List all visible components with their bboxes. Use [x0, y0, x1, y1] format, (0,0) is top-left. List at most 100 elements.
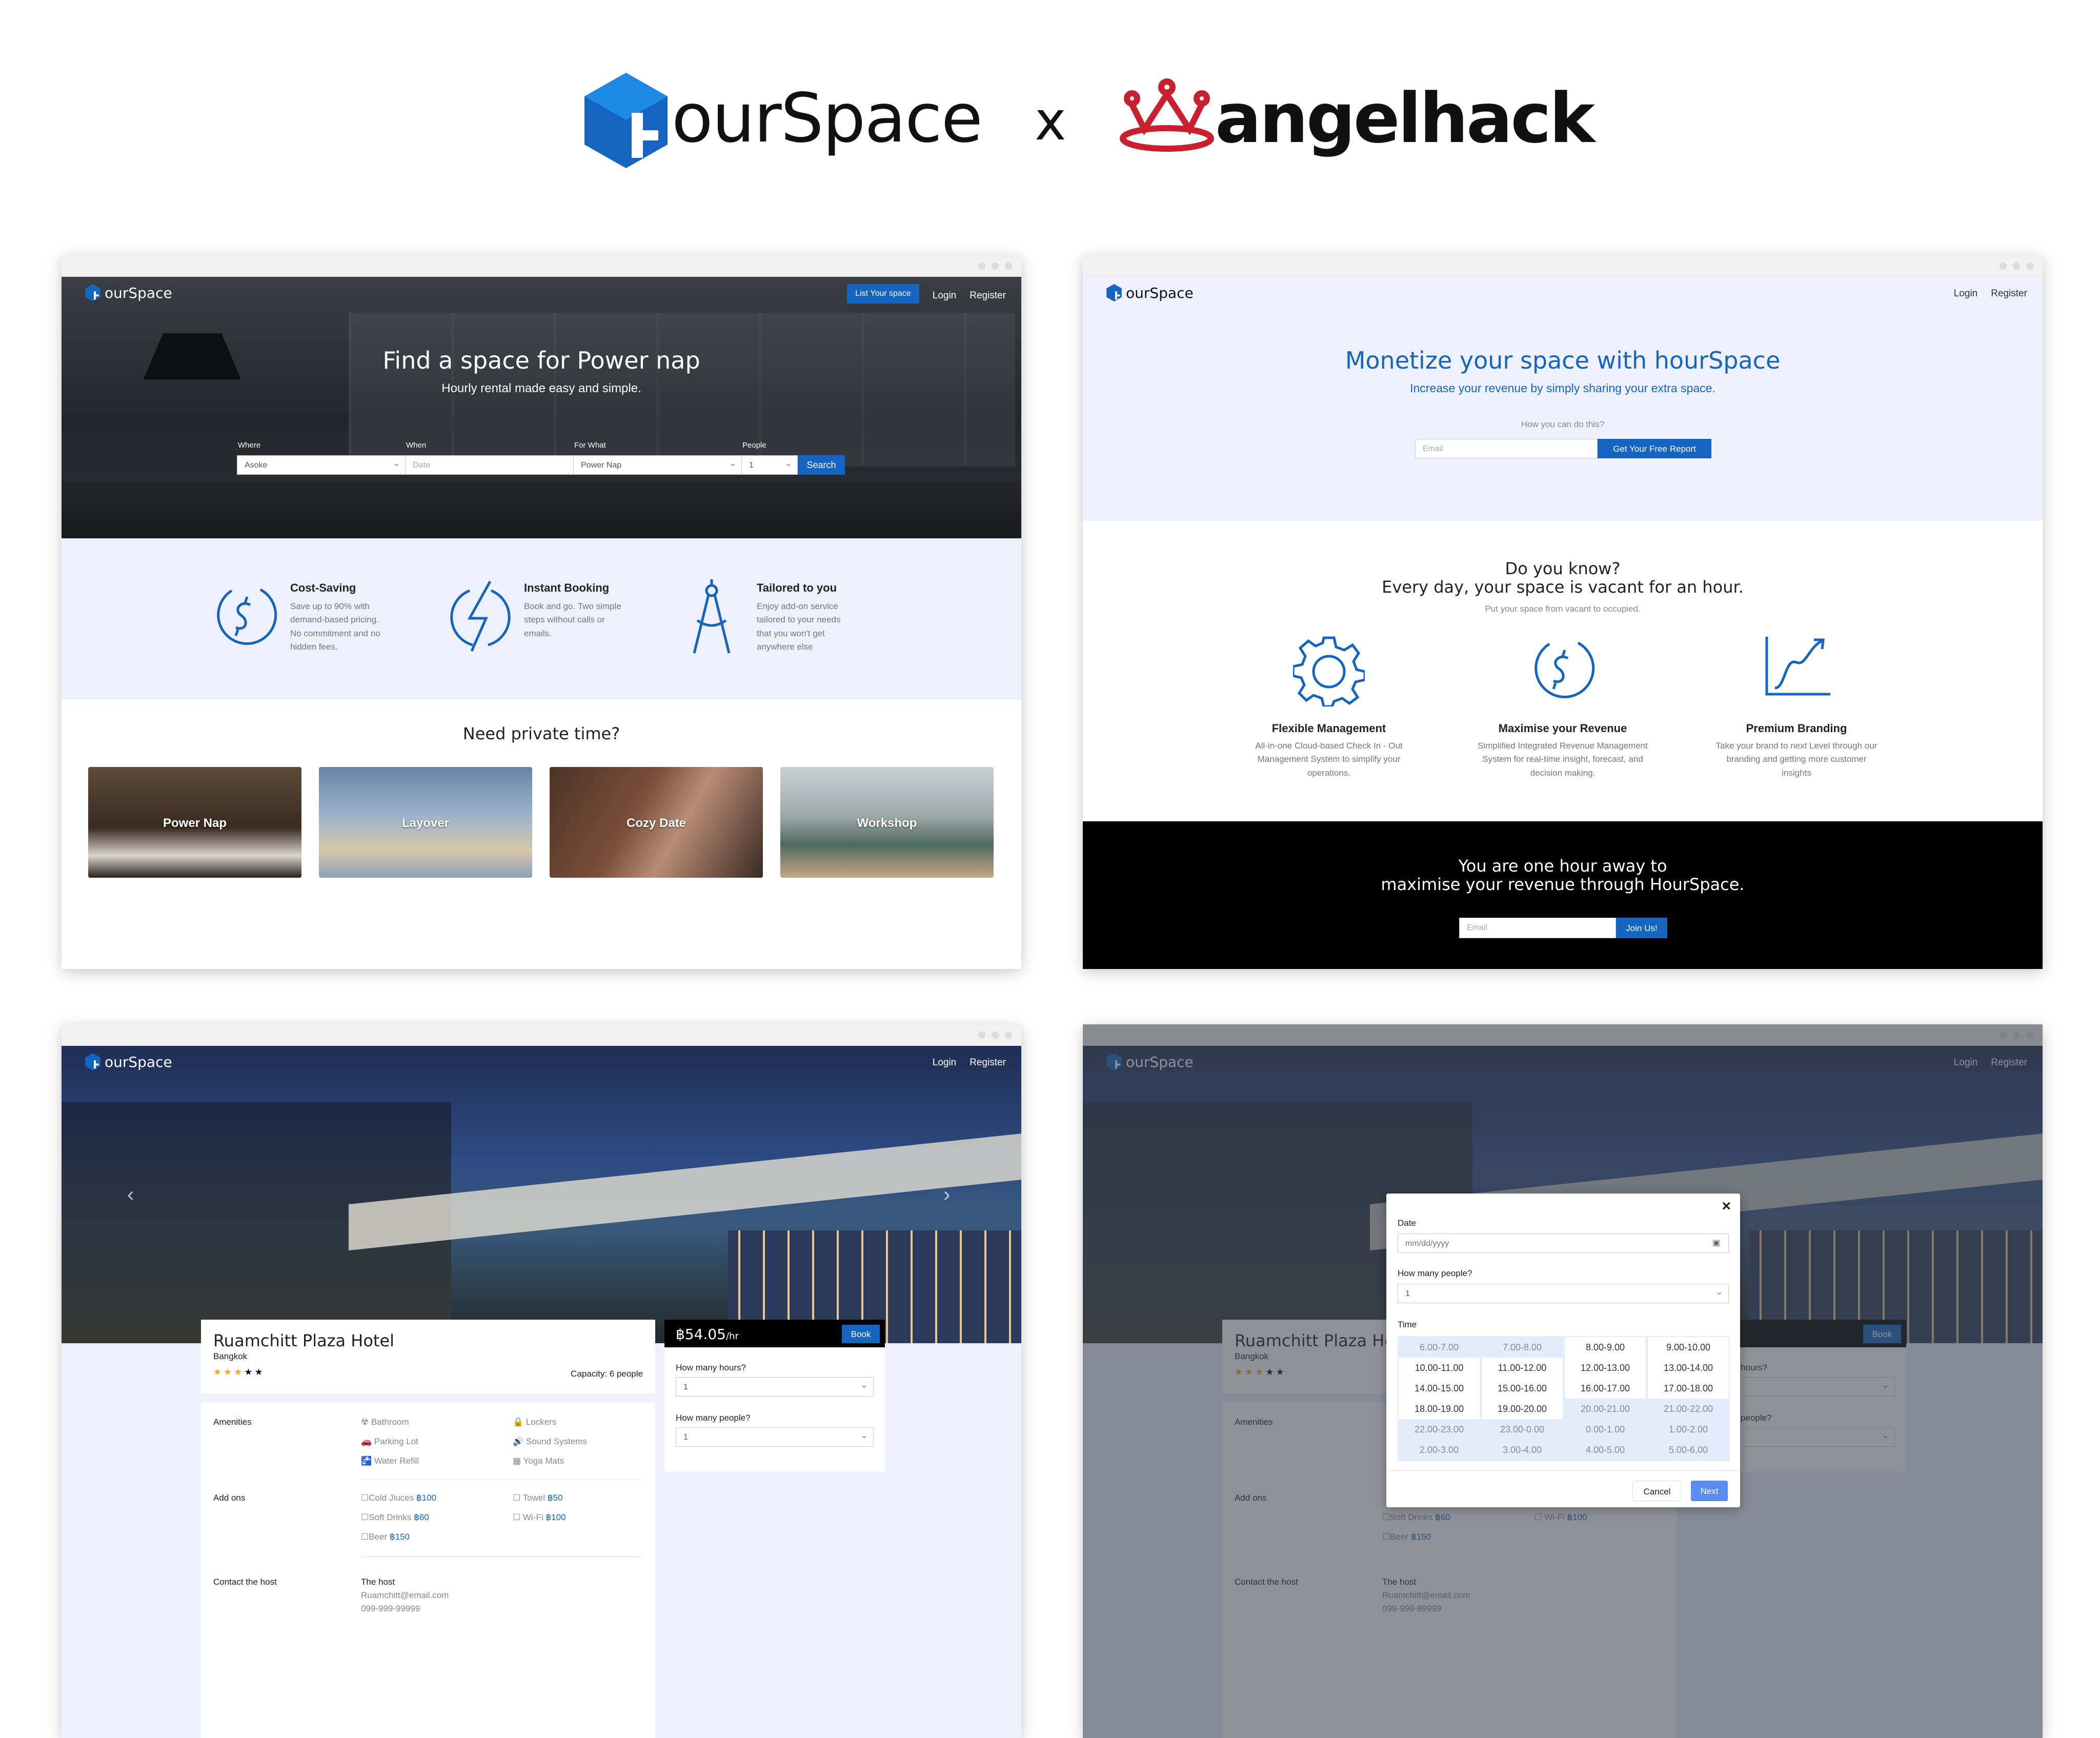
login-link[interactable]: Login	[933, 1057, 957, 1068]
know-subtitle: Every day, your space is vacant for an h…	[1382, 577, 1744, 597]
join-us-button[interactable]: Join Us!	[1616, 918, 1667, 938]
book-button[interactable]: Book	[842, 1325, 880, 1343]
benefit-title: Maximise your Revenue	[1498, 722, 1627, 735]
time-slot[interactable]: 9.00-10.00	[1648, 1337, 1729, 1358]
feature-text: Save up to 90% with demand-based pricing.…	[290, 601, 380, 652]
where-select[interactable]: Asoke	[237, 455, 406, 475]
category-card-power-nap[interactable]: Power Nap	[88, 767, 301, 878]
for-what-label: For What	[574, 441, 606, 450]
addon-beer[interactable]: ☐Beer ฿150	[361, 1532, 410, 1542]
time-slot[interactable]: 18.00-19.00	[1399, 1399, 1480, 1419]
category-card-layover[interactable]: Layover	[319, 767, 532, 878]
date-input[interactable]: mm/dd/yyyy	[1398, 1234, 1729, 1253]
addons-label: Add ons	[213, 1493, 246, 1503]
people-select[interactable]: 1	[1398, 1284, 1729, 1303]
nav-logo[interactable]: ourSpace	[85, 1053, 172, 1070]
benefit-title: Flexible Management	[1271, 722, 1386, 735]
compass-icon	[693, 579, 731, 654]
time-slot: 4.00-5.00	[1565, 1440, 1646, 1460]
next-button[interactable]: Next	[1691, 1481, 1728, 1501]
carousel-next-icon[interactable]: ›	[943, 1183, 950, 1206]
time-slot[interactable]: 16.00-17.00	[1565, 1378, 1646, 1399]
when-label: When	[406, 441, 427, 450]
lightning-icon	[450, 580, 511, 652]
nav-logo[interactable]: ourSpace	[1106, 284, 1194, 301]
feature-title: Tailored to you	[757, 581, 837, 594]
time-slot: 6.00-7.00	[1399, 1337, 1480, 1358]
time-slot[interactable]: 17.00-18.00	[1648, 1378, 1729, 1399]
when-date-input[interactable]: Date	[405, 455, 574, 475]
time-slot[interactable]: 8.00-9.00	[1565, 1337, 1646, 1358]
category-card-cozy-date[interactable]: Cozy Date	[550, 767, 763, 878]
for-what-select[interactable]: Power Nap	[573, 455, 742, 475]
calendar-icon[interactable]: ▣	[1712, 1238, 1720, 1248]
ourspace-wordmark: ourSpace	[672, 79, 983, 158]
addon-wifi[interactable]: ☐ Wi-Fi ฿100	[513, 1512, 566, 1523]
navbar: ourSpace Login Register	[1083, 277, 2043, 313]
nav-logo-text: ourSpace	[105, 1053, 172, 1070]
hero-floor	[62, 482, 1021, 538]
time-slot[interactable]: 13.00-14.00	[1648, 1358, 1729, 1378]
time-slot[interactable]: 10.00-11.00	[1399, 1358, 1480, 1378]
login-link[interactable]: Login	[1954, 288, 1978, 299]
booking-modal-window: ourSpace Login Register Ruamchitt Plaza …	[1083, 1024, 2043, 1738]
host-hero-title: Monetize your space with hourSpace	[1345, 347, 1781, 374]
time-slot[interactable]: 11.00-12.00	[1482, 1358, 1563, 1378]
home-hero	[62, 277, 1021, 538]
addon-towel[interactable]: ☐ Towel ฿50	[513, 1493, 563, 1503]
growth-chart-icon	[1765, 637, 1830, 696]
hotel-photo	[62, 1046, 1021, 1343]
navbar: ourSpace List Your space Login Register	[62, 277, 1021, 313]
time-slot[interactable]: 15.00-16.00	[1482, 1378, 1563, 1399]
time-slot[interactable]: 14.00-15.00	[1399, 1378, 1480, 1399]
people-select[interactable]: 1	[741, 455, 798, 475]
carousel-prev-icon[interactable]: ‹	[127, 1183, 134, 1206]
time-slot: 1.00-2.00	[1648, 1419, 1729, 1440]
time-slot: 22.00-23.00	[1399, 1419, 1480, 1440]
hours-select[interactable]: 1	[676, 1377, 874, 1397]
know-caption: Put your space from vacant to occupied.	[1485, 604, 1641, 614]
time-slot[interactable]: 19.00-20.00	[1482, 1399, 1563, 1419]
amenity-water-refill: 🚰 Water Refill	[361, 1456, 419, 1466]
addon-soft-drinks[interactable]: ☐Soft Drinks ฿60	[361, 1512, 429, 1523]
dollar-circle-icon	[217, 588, 277, 645]
listing-page-window: ‹ › ourSpace Login Register Ruamchitt Pl…	[62, 1024, 1021, 1738]
register-link[interactable]: Register	[970, 290, 1006, 301]
cta-email-input[interactable]: Email	[1459, 918, 1616, 938]
features-band: Cost-Saving Save up to 90% with demand-ba…	[62, 538, 1021, 699]
price: ฿54.05/hr	[676, 1326, 739, 1343]
page-header: ourSpace x angelhack	[0, 0, 2100, 241]
date-label: Date	[1398, 1218, 1416, 1228]
login-link[interactable]: Login	[933, 290, 957, 301]
booking-modal: × Date mm/dd/yyyy ▣ How many people? 1 T…	[1386, 1194, 1740, 1507]
ourspace-logo-icon	[584, 73, 668, 168]
time-slot[interactable]: 12.00-13.00	[1565, 1358, 1646, 1378]
close-icon[interactable]: ×	[1722, 1198, 1731, 1215]
host-page-window: ourSpace Login Register Monetize your sp…	[1083, 255, 2043, 969]
hotel-name: Ruamchitt Plaza Hotel	[213, 1331, 395, 1350]
nav-logo[interactable]: ourSpace	[85, 284, 172, 301]
people-select[interactable]: 1	[676, 1427, 874, 1447]
host-email[interactable]: Ruamchitt@email.com	[361, 1590, 449, 1601]
search-button[interactable]: Search	[798, 455, 845, 475]
hours-label: How many hours?	[676, 1363, 746, 1372]
hero-title: Find a space for Power nap	[382, 347, 700, 374]
register-link[interactable]: Register	[970, 1057, 1006, 1068]
cta-band	[1083, 821, 2043, 969]
email-input[interactable]: Email	[1415, 439, 1598, 458]
list-space-button[interactable]: List Your space	[847, 284, 919, 304]
divider	[1386, 1470, 1740, 1471]
browser-chrome	[62, 255, 1021, 277]
category-label: Power Nap	[163, 816, 227, 830]
amenities-label: Amenities	[213, 1417, 252, 1427]
category-card-workshop[interactable]: Workshop	[780, 767, 994, 878]
addon-cold-juices[interactable]: ☐Cold Jiuces ฿100	[361, 1493, 436, 1503]
free-report-button[interactable]: Get Your Free Report	[1598, 439, 1711, 458]
cancel-button[interactable]: Cancel	[1632, 1481, 1682, 1501]
benefit-text: All-in-one Cloud-based Check In - Out Man…	[1255, 741, 1403, 778]
register-link[interactable]: Register	[1991, 288, 2027, 299]
where-label: Where	[238, 441, 261, 450]
home-page-window: ourSpace List Your space Login Register …	[62, 255, 1021, 969]
know-title: Do you know?	[1505, 559, 1621, 578]
feature-text: Enjoy add-on service tailored to your nee…	[757, 601, 841, 652]
